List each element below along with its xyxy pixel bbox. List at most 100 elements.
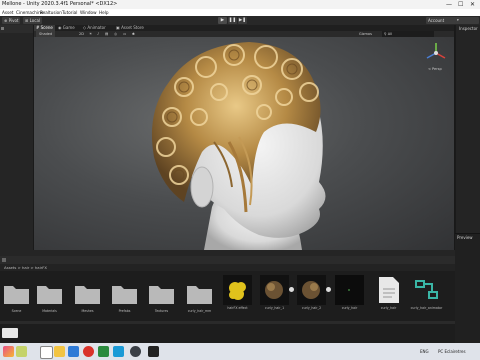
os-taskbar: ENG PC Eclairetres — [0, 343, 480, 360]
asset-item[interactable]: curly_hair_1 — [258, 273, 291, 319]
asset-label: curly_hair_1 — [264, 306, 285, 310]
asset-label: Prefabs — [118, 309, 131, 313]
scene-icon: # — [36, 25, 40, 30]
local-icon: ⊞ — [25, 18, 29, 23]
asset-label: curly_hair_mm — [187, 309, 212, 313]
asset-item[interactable]: Textures — [145, 276, 178, 322]
menu-tutorial[interactable]: Tutorial — [62, 9, 77, 16]
document-icon — [379, 277, 399, 303]
pause-button[interactable]: ❚❚ — [228, 17, 237, 24]
asset-item[interactable]: curly_hair — [333, 273, 366, 319]
asset-item[interactable]: Prefabs — [108, 276, 141, 322]
tab-scene-label: Scene — [40, 25, 53, 30]
account-button[interactable]: Account — [426, 17, 456, 24]
dark-asset-icon — [335, 275, 364, 305]
edge-icon[interactable] — [68, 346, 79, 357]
create-icon[interactable] — [2, 258, 6, 262]
menu-help[interactable]: Help — [99, 9, 109, 16]
asset-item[interactable]: curly_hair_2 — [295, 273, 328, 319]
document-icon[interactable] — [2, 328, 18, 338]
scene-gizmo[interactable] — [426, 43, 446, 59]
project-scrollbar[interactable] — [0, 321, 455, 324]
breadcrumb-path[interactable]: Assets > hair > hairFX — [0, 265, 47, 270]
menu-bar: Asset Cinemachine Realtusion Tutorial Wi… — [0, 9, 480, 16]
expand-arrow-icon[interactable] — [289, 287, 294, 292]
tab-animator-label: Animator — [87, 25, 106, 30]
asset-item[interactable]: hairFX effect — [221, 273, 254, 319]
app-icon[interactable] — [16, 346, 27, 357]
asset-label: Materials — [42, 309, 57, 313]
project-header — [0, 256, 455, 264]
hair-mesh-icon — [297, 275, 326, 305]
file-explorer-icon[interactable] — [54, 346, 65, 357]
asset-label: Meshes — [81, 309, 94, 313]
asset-grid: Scene Materials Meshes Prefabs Textures … — [0, 271, 455, 343]
asset-item[interactable]: Scene — [0, 276, 33, 322]
store-icon: ▣ — [116, 25, 120, 30]
asset-item[interactable]: curly_hair_animator — [410, 273, 443, 319]
asset-label: curly_hair — [380, 306, 397, 310]
pivot-button[interactable]: ⊕ Pivot — [2, 17, 21, 24]
asset-item[interactable]: curly_hair — [372, 273, 405, 319]
folder-icon — [112, 286, 137, 304]
tray-language[interactable]: ENG — [420, 346, 429, 357]
tray-status[interactable]: PC Eclairetres — [438, 346, 466, 357]
opera-icon[interactable] — [83, 346, 94, 357]
hierarchy-icon — [1, 27, 4, 30]
store-icon[interactable] — [98, 346, 109, 357]
folder-icon — [75, 286, 100, 304]
search-icon: ⚲ — [384, 32, 387, 36]
preview-title[interactable]: Preview — [457, 234, 473, 241]
hair-effect-icon — [223, 275, 252, 305]
game-icon: ◉ — [58, 25, 62, 30]
menu-asset[interactable]: Asset — [2, 9, 13, 16]
scene-search-value: All — [387, 32, 393, 36]
asset-label: Scene — [11, 309, 22, 313]
window-title: Mellone - Unity 2020.3.4f1 Personal* <DX… — [2, 1, 118, 7]
asset-label: Textures — [154, 309, 169, 313]
scene-viewport[interactable]: < Persp — [34, 37, 454, 250]
tab-game-label: Game — [62, 25, 75, 30]
menu-window[interactable]: Window — [80, 9, 97, 16]
inspector-title[interactable]: Inspector — [459, 25, 478, 33]
pivot-label: Pivot — [8, 18, 19, 23]
hierarchy-tabs[interactable] — [0, 25, 33, 33]
asset-item[interactable]: curly_hair_mm — [183, 276, 216, 322]
tab-asset-store-label: Asset Store — [121, 25, 144, 30]
steam-icon[interactable] — [130, 346, 141, 357]
pivot-icon: ⊕ — [4, 18, 8, 23]
asset-label: curly_hair_animator — [410, 306, 443, 310]
close-icon[interactable]: ✕ — [470, 0, 475, 9]
minimize-icon[interactable]: — — [446, 0, 452, 9]
inspector-panel: Inspector — [455, 25, 480, 250]
menu-realtusion[interactable]: Realtusion — [40, 9, 62, 16]
search-icon[interactable] — [40, 346, 53, 359]
expand-arrow-icon[interactable] — [326, 287, 331, 292]
maximize-icon[interactable]: ☐ — [458, 0, 463, 9]
asset-label: curly_hair_2 — [301, 306, 322, 310]
folder-icon — [187, 286, 212, 304]
layers-button[interactable]: ▾ — [455, 17, 479, 24]
start-icon[interactable] — [3, 346, 14, 357]
unity-icon[interactable] — [148, 346, 159, 357]
local-label: Local — [29, 18, 41, 23]
animator-graph-icon — [415, 280, 438, 299]
asset-item[interactable]: Meshes — [71, 276, 104, 322]
hair-mesh-icon — [260, 275, 289, 305]
preview-panel: Preview — [455, 233, 480, 344]
perspective-label[interactable]: < Persp — [428, 67, 442, 71]
folder-icon — [149, 286, 174, 304]
asset-item[interactable]: Materials — [33, 276, 66, 322]
asset-label: curly_hair — [341, 306, 358, 310]
asset-label: hairFX effect — [227, 306, 248, 310]
step-button[interactable]: ▶❚ — [238, 17, 247, 24]
photos-icon[interactable] — [113, 346, 124, 357]
hierarchy-panel — [0, 25, 34, 250]
hair-render — [151, 42, 446, 250]
folder-icon — [4, 286, 29, 304]
animator-icon: ◇ — [83, 25, 87, 30]
folder-icon — [37, 286, 62, 304]
play-button[interactable]: ▶ — [218, 17, 227, 24]
local-button[interactable]: ⊞ Local — [23, 17, 43, 24]
window-titlebar: Mellone - Unity 2020.3.4f1 Personal* <DX… — [0, 0, 480, 9]
